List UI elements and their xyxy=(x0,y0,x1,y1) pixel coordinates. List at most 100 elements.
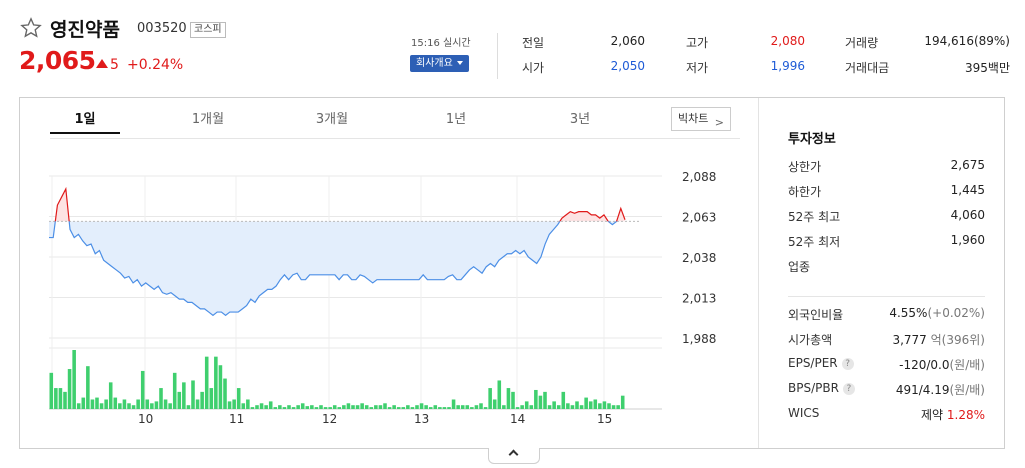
wics-percent: 1.28% xyxy=(946,408,985,422)
y-tick-label: 2,063 xyxy=(682,211,716,225)
volume-bar xyxy=(598,403,602,409)
volume-bar xyxy=(227,401,232,409)
volume-bar xyxy=(355,405,360,409)
high52-label: 52주 최고 xyxy=(788,210,841,224)
volume-bar xyxy=(200,391,204,409)
divider xyxy=(788,296,985,297)
volume-bar xyxy=(538,395,543,409)
eps-per-unit: (원/배) xyxy=(949,358,986,372)
volume-bar xyxy=(364,405,369,409)
trade-amount-value: 395백만 xyxy=(965,61,1010,75)
help-icon[interactable]: ? xyxy=(842,383,855,395)
eps-per-text: EPS/PER xyxy=(788,356,838,370)
volume-bar xyxy=(67,369,72,409)
volume-bar xyxy=(506,388,511,409)
volume-bar xyxy=(136,399,140,409)
collapse-button[interactable] xyxy=(488,448,540,464)
volume-bar xyxy=(214,356,218,409)
volume-bar xyxy=(579,405,584,409)
volume-bar xyxy=(332,405,337,409)
volume-bar xyxy=(607,403,611,409)
price-change-percent: +0.24% xyxy=(127,57,184,73)
volume-bar xyxy=(616,405,620,409)
volume-bar xyxy=(438,407,442,409)
volume-bar xyxy=(300,403,305,409)
foreign-ratio-row: 외국인비율 4.55%(+0.02%) xyxy=(788,306,985,322)
chart-panel: 1일 1개월 3개월 1년 3년 빅차트 > 2,088 2,063 2,038 2,… xyxy=(19,97,1005,449)
volume-bar xyxy=(575,401,579,409)
high52-row: 52주 최고 4,060 xyxy=(788,208,985,224)
star-icon[interactable] xyxy=(20,17,42,39)
y-tick-label: 1,988 xyxy=(682,332,716,346)
volume-bar xyxy=(54,388,58,409)
volume-bar xyxy=(319,405,323,409)
market-cap-unit: 억(396위) xyxy=(930,333,985,347)
volume-bar xyxy=(118,403,122,409)
up-arrow-icon xyxy=(96,59,108,68)
chevron-up-icon xyxy=(508,449,519,460)
investment-info-title: 투자정보 xyxy=(788,132,836,147)
volume-bar xyxy=(186,405,191,409)
foreign-ratio-number: 4.55% xyxy=(889,306,928,320)
upper-limit-row: 상한가 2,675 xyxy=(788,158,985,174)
volume-bar xyxy=(72,350,76,409)
low52-row: 52주 최저 1,960 xyxy=(788,233,985,249)
help-icon[interactable]: ? xyxy=(841,358,854,370)
volume-bar xyxy=(620,395,625,409)
volume-bar xyxy=(515,407,520,409)
trade-amount-label: 거래대금 xyxy=(845,61,890,75)
volume-bar xyxy=(465,405,470,409)
company-profile-button[interactable]: 회사개요 xyxy=(410,55,469,72)
volume-bar xyxy=(278,405,282,409)
volume-bar xyxy=(145,399,150,409)
area-down xyxy=(49,221,617,316)
volume-bar xyxy=(195,399,200,409)
volume-bar xyxy=(310,405,314,409)
volume-bar xyxy=(273,407,278,409)
open-label: 시가 xyxy=(522,61,545,75)
volume-bar xyxy=(346,403,351,409)
bps-pbr-unit: (원/배) xyxy=(949,383,986,397)
bps-pbr-value: 491/4.19(원/배) xyxy=(896,381,985,398)
volume-bar xyxy=(396,407,401,409)
x-tick-label: 12 xyxy=(322,412,337,426)
y-tick-label: 2,088 xyxy=(682,170,716,184)
volume-bar xyxy=(122,399,127,409)
company-profile-label: 회사개요 xyxy=(416,58,453,69)
volume-bar xyxy=(232,399,236,409)
volume-bar xyxy=(424,405,428,409)
volume-bar xyxy=(556,405,561,409)
volume-bar xyxy=(415,405,419,409)
divider xyxy=(497,33,498,79)
high52-value: 4,060 xyxy=(950,208,985,222)
foreign-ratio-label: 외국인비율 xyxy=(788,308,844,322)
volume-bar xyxy=(488,388,492,409)
volume-bar xyxy=(428,407,433,409)
volume-value: 194,616(89%) xyxy=(924,34,1010,48)
y-tick-label: 2,013 xyxy=(682,292,716,306)
volume-bar xyxy=(342,405,346,409)
volume-bar xyxy=(108,382,113,409)
low-value: 1,996 xyxy=(770,59,805,73)
bps-pbr-row: BPS/PBR? 491/4.19(원/배) xyxy=(788,381,985,397)
volume-bar xyxy=(447,407,451,409)
volume-bar xyxy=(611,405,616,409)
volume-bar xyxy=(49,372,54,409)
volume-bar xyxy=(131,405,136,409)
volume-bar xyxy=(291,407,296,409)
bps-pbr-number: 491/4.19 xyxy=(895,383,950,397)
volume-bar xyxy=(99,403,104,409)
volume-bar xyxy=(282,407,287,409)
volume-bar xyxy=(63,391,67,409)
stock-code: 003520 xyxy=(137,21,187,36)
high-value: 2,080 xyxy=(770,34,805,48)
volume-bar xyxy=(204,356,209,409)
x-tick-label: 11 xyxy=(229,412,244,426)
volume-bar xyxy=(529,405,534,409)
volume-bar xyxy=(547,405,552,409)
volume-bar xyxy=(264,405,268,409)
upper-limit-value: 2,675 xyxy=(950,158,985,172)
volume-bar xyxy=(168,403,172,409)
volume-bar xyxy=(543,391,547,409)
low52-label: 52주 최저 xyxy=(788,235,841,249)
